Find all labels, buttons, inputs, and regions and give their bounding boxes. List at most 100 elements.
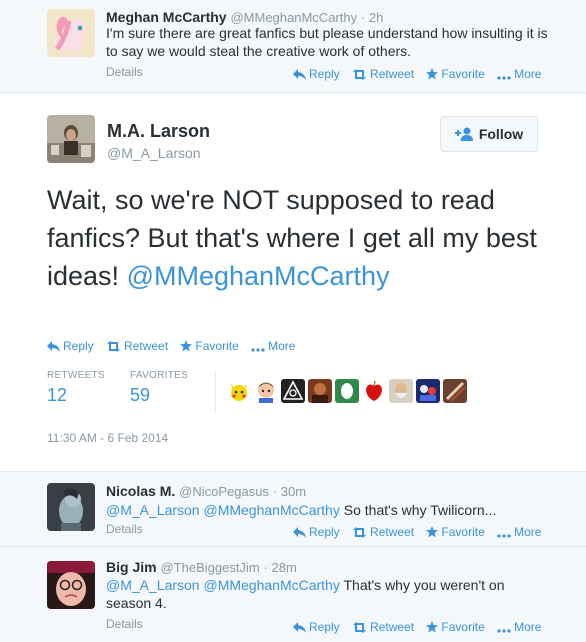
- reply-label: Reply: [309, 67, 340, 81]
- author-handle[interactable]: @MMeghanMcCarthy: [230, 10, 357, 25]
- retweet-button[interactable]: Retweet: [352, 620, 414, 634]
- mention-link[interactable]: @MMeghanMcCarthy: [203, 502, 339, 518]
- tweet-actions: Reply Retweet Favorite More: [293, 67, 550, 81]
- more-dots-icon: [497, 76, 511, 80]
- tweet-timestamp[interactable]: 11:30 AM - 6 Feb 2014: [47, 431, 168, 445]
- details-link[interactable]: Details: [106, 617, 143, 631]
- tweet-text-body: season 4.: [106, 595, 167, 611]
- author-name[interactable]: M.A. Larson: [107, 121, 210, 142]
- more-dots-icon: [497, 534, 511, 538]
- tweet-time[interactable]: · 30m: [273, 484, 306, 499]
- more-button[interactable]: More: [497, 620, 541, 634]
- favorite-button[interactable]: Favorite: [426, 525, 485, 539]
- star-icon: [180, 340, 193, 352]
- tweet-text: I'm sure there are great fanfics but ple…: [106, 25, 548, 59]
- mention-link[interactable]: @MMeghanMcCarthy: [127, 261, 390, 291]
- tweet-reply-nicolas: Nicolas M. @NicoPegasus · 30m @M_A_Larso…: [0, 472, 586, 547]
- avatar-larson[interactable]: [47, 115, 95, 163]
- favorite-button[interactable]: Favorite: [180, 339, 239, 353]
- favorite-label: Favorite: [441, 525, 485, 539]
- tweet-text: @M_A_Larson @MMeghanMcCarthy So that's w…: [106, 501, 556, 519]
- mention-link[interactable]: @MMeghanMcCarthy: [203, 577, 339, 593]
- favoriter-avatar[interactable]: [254, 379, 278, 403]
- more-label: More: [514, 525, 542, 539]
- retweet-button[interactable]: Retweet: [352, 525, 414, 539]
- tweet-actions: Reply Retweet Favorite More: [47, 339, 304, 353]
- more-button[interactable]: More: [497, 67, 541, 81]
- tweet-actions: Reply Retweet Favorite More: [293, 620, 550, 634]
- reply-label: Reply: [63, 339, 94, 353]
- reply-button[interactable]: Reply: [293, 620, 340, 634]
- favoriter-avatar[interactable]: [362, 379, 386, 403]
- retweet-button[interactable]: Retweet: [352, 67, 414, 81]
- retweets-stat[interactable]: RETWEETS 12: [47, 370, 105, 406]
- tweet-time[interactable]: · 2h: [361, 10, 383, 25]
- favoriter-avatar[interactable]: [281, 379, 305, 403]
- star-icon: [426, 68, 439, 80]
- favoriter-avatar[interactable]: [335, 379, 359, 403]
- more-label: More: [514, 620, 542, 634]
- follow-button[interactable]: Follow: [440, 116, 538, 152]
- add-user-icon: [454, 127, 473, 141]
- favorites-count: 59: [130, 385, 151, 405]
- retweet-icon: [107, 341, 121, 352]
- favorite-button[interactable]: Favorite: [426, 620, 485, 634]
- favoriter-avatar[interactable]: [389, 379, 413, 403]
- avatar-meghan[interactable]: [47, 9, 95, 57]
- star-icon: [426, 621, 439, 633]
- favoriter-avatar[interactable]: [308, 379, 332, 403]
- mention-link[interactable]: @M_A_Larson: [106, 502, 200, 518]
- retweet-label: Retweet: [370, 525, 415, 539]
- avatar-bigjim[interactable]: [47, 561, 95, 609]
- reply-icon: [293, 527, 306, 538]
- author-name[interactable]: Meghan McCarthy: [106, 9, 227, 25]
- reply-icon: [293, 69, 306, 80]
- favorite-label: Favorite: [441, 67, 485, 81]
- favorites-label: FAVORITES: [130, 370, 189, 381]
- favorite-button[interactable]: Favorite: [426, 67, 485, 81]
- favoriter-avatar[interactable]: [227, 379, 251, 403]
- reply-label: Reply: [309, 620, 340, 634]
- retweet-icon: [353, 622, 367, 633]
- author-handle[interactable]: @TheBiggestJim: [160, 560, 259, 575]
- tweet-reply-bigjim: Big Jim @TheBiggestJim · 28m @M_A_Larson…: [0, 547, 586, 642]
- tweet-text: Wait, so we're NOT supposed to read fanf…: [47, 181, 547, 295]
- tweet-header: Big Jim @TheBiggestJim · 28m: [106, 559, 297, 575]
- more-button[interactable]: More: [497, 525, 541, 539]
- favorite-label: Favorite: [441, 620, 485, 634]
- more-label: More: [514, 67, 542, 81]
- mention-link[interactable]: @M_A_Larson: [106, 577, 200, 593]
- reply-icon: [47, 341, 60, 352]
- author-handle[interactable]: @NicoPegasus: [179, 484, 269, 499]
- tweet-stats: RETWEETS 12 FAVORITES 59: [47, 370, 547, 415]
- author-handle[interactable]: @M_A_Larson: [107, 145, 201, 161]
- avatar-nicolas[interactable]: [47, 483, 95, 531]
- favorite-label: Favorite: [195, 339, 239, 353]
- tweet-header: Meghan McCarthy @MMeghanMcCarthy · 2h: [106, 9, 383, 25]
- favoriter-avatar[interactable]: [443, 379, 467, 403]
- author-name[interactable]: Nicolas M.: [106, 483, 175, 499]
- follow-label: Follow: [478, 126, 524, 142]
- tweet-time[interactable]: · 28m: [264, 560, 297, 575]
- retweets-count: 12: [47, 385, 68, 405]
- reply-button[interactable]: Reply: [47, 339, 94, 353]
- favorites-stat[interactable]: FAVORITES 59: [130, 370, 188, 406]
- author-name[interactable]: Big Jim: [106, 559, 157, 575]
- details-link[interactable]: Details: [106, 65, 143, 79]
- tweet-main: M.A. Larson @M_A_Larson Follow Wait, so …: [0, 93, 586, 472]
- retweets-label: RETWEETS: [47, 370, 105, 381]
- tweet-text: @M_A_Larson @MMeghanMcCarthy That's why …: [106, 576, 556, 612]
- details-link[interactable]: Details: [106, 522, 143, 536]
- reply-button[interactable]: Reply: [293, 525, 340, 539]
- reply-button[interactable]: Reply: [293, 67, 340, 81]
- tweet-actions: Reply Retweet Favorite More: [293, 525, 550, 539]
- tweet-text-body: That's why you weren't on: [343, 577, 505, 593]
- more-button[interactable]: More: [251, 339, 295, 353]
- retweet-button[interactable]: Retweet: [106, 339, 168, 353]
- retweet-icon: [353, 69, 367, 80]
- retweet-label: Retweet: [370, 67, 415, 81]
- tweet-text-body: So that's why Twilicorn...: [343, 502, 497, 518]
- stats-divider: [215, 372, 216, 412]
- reply-icon: [293, 622, 306, 633]
- favoriter-avatar[interactable]: [416, 379, 440, 403]
